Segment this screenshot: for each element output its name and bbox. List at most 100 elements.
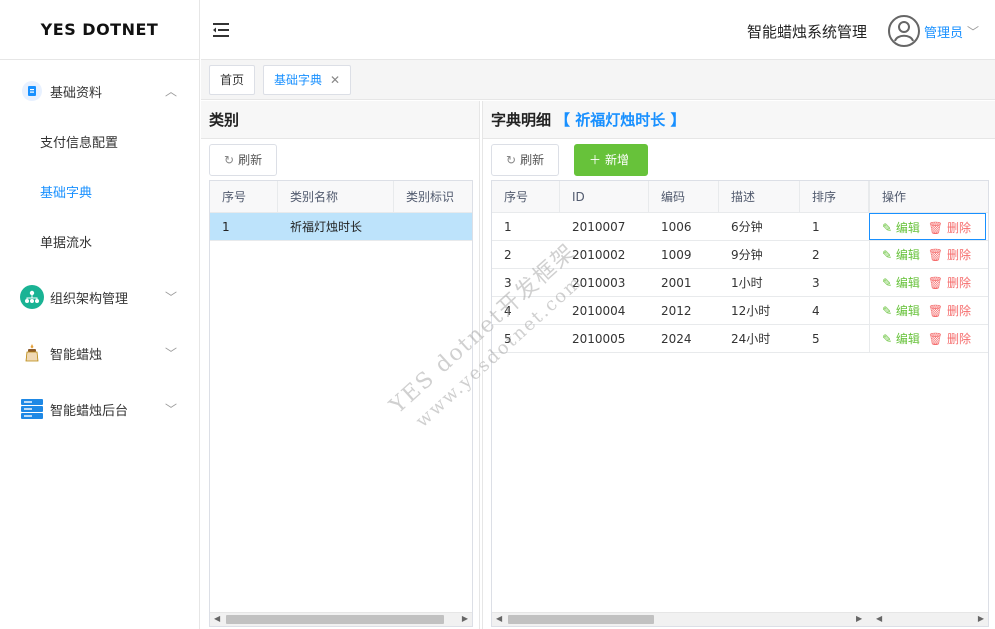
column-header[interactable]: 序号: [210, 181, 278, 212]
table-cell: [394, 213, 472, 240]
menu-group-smart-candle[interactable]: 智能蜡烛 ﹀: [0, 325, 199, 381]
edit-icon: ✎: [882, 276, 896, 290]
table-row[interactable]: 2 2010002 1009 9分钟 2 ✎ 编辑 🗑 删除: [492, 241, 988, 269]
button-label: 刷新: [238, 153, 263, 167]
horizontal-scrollbar[interactable]: ◀ ▶ ◀ ▶: [492, 612, 988, 626]
table-row[interactable]: 3 2010003 2001 1小时 3 ✎ 编辑 🗑 删除: [492, 269, 988, 297]
user-name: 管理员: [923, 25, 963, 41]
actions-cell: ✎ 编辑 🗑 删除: [869, 213, 986, 240]
column-header[interactable]: 类别标识: [394, 181, 472, 212]
table-cell: 1: [504, 220, 512, 234]
column-header[interactable]: 描述: [719, 181, 800, 212]
horizontal-scrollbar[interactable]: ◀ ▶: [210, 612, 472, 626]
scroll-left-icon[interactable]: ◀: [876, 614, 882, 623]
table-cell: 2010004: [572, 304, 626, 318]
table-row[interactable]: 1 祈福灯烛时长: [210, 213, 472, 241]
edit-label: 编辑: [895, 332, 920, 346]
trash-icon: 🗑: [927, 304, 947, 318]
table-cell: 1小时: [731, 276, 763, 290]
delete-button[interactable]: 🗑 删除: [928, 221, 971, 235]
table-cell: 2010005: [572, 332, 626, 346]
menu-group-basic-data[interactable]: 基础资料 ︿: [0, 63, 199, 119]
trash-icon: 🗑: [927, 248, 947, 262]
sidebar-item-payment-config[interactable]: 支付信息配置: [0, 119, 199, 169]
column-header[interactable]: 编码: [649, 181, 719, 212]
menu-group-smart-candle-admin[interactable]: 智能蜡烛后台 ﹀: [0, 381, 199, 437]
actions-cell: ✎ 编辑 🗑 删除: [869, 269, 986, 296]
table-cell: 2: [812, 248, 820, 262]
edit-label: 编辑: [895, 304, 920, 318]
trash-icon: 🗑: [927, 332, 947, 346]
edit-button[interactable]: ✎ 编辑: [882, 276, 920, 290]
delete-button[interactable]: 🗑 删除: [928, 276, 971, 290]
actions-cell: ✎ 编辑 🗑 删除: [869, 241, 986, 268]
detail-panel-header: 字典明细【 祈福灯烛时长 】: [483, 101, 995, 139]
edit-button[interactable]: ✎ 编辑: [882, 304, 920, 318]
detail-toolbar: ↻ 刷新 ＋新增: [483, 139, 995, 179]
menu-group-label: 智能蜡烛: [50, 347, 103, 363]
column-header[interactable]: 类别名称: [278, 181, 394, 212]
table-cell: 2001: [661, 276, 692, 290]
trash-icon: 🗑: [927, 221, 947, 235]
tab-home[interactable]: 首页: [209, 65, 256, 95]
tab-label: 基础字典: [274, 73, 323, 87]
scrollbar-thumb[interactable]: [508, 615, 654, 624]
menu-fold-icon[interactable]: [211, 20, 231, 40]
delete-button[interactable]: 🗑 删除: [928, 332, 971, 346]
scroll-left-icon[interactable]: ◀: [496, 614, 502, 623]
table-cell: 24小时: [731, 332, 771, 346]
dictionary-detail-table: 序号 ID 编码 描述 排序 操作 1 2010007 1006 6分钟 1 ✎ 编辑 🗑 …: [491, 180, 989, 627]
tab-basic-dictionary[interactable]: 基础字典 ✕: [263, 65, 352, 95]
app-logo: YES DOTNET: [0, 0, 199, 60]
edit-button[interactable]: ✎ 编辑: [882, 248, 920, 262]
edit-button[interactable]: ✎ 编辑: [882, 332, 920, 346]
column-header[interactable]: 序号: [492, 181, 560, 212]
table-row[interactable]: 4 2010004 2012 12小时 4 ✎ 编辑 🗑 删除: [492, 297, 988, 325]
menu-group-org-management[interactable]: 组织架构管理 ﹀: [0, 269, 199, 325]
sidebar-menu: 基础资料 ︿ 支付信息配置 基础字典 单据流水 组织架构管理 ﹀ 智能蜡烛 ﹀: [0, 60, 199, 437]
edit-label: 编辑: [895, 248, 920, 262]
table-cell: 1009: [661, 248, 692, 262]
table-header: 序号 类别名称 类别标识: [210, 181, 472, 213]
table-cell: 1006: [661, 220, 692, 234]
avatar-icon: [887, 15, 920, 47]
sidebar-item-document-flow[interactable]: 单据流水: [0, 219, 199, 269]
scroll-right-icon[interactable]: ▶: [856, 614, 862, 623]
server-icon: [20, 397, 44, 421]
table-cell: 2024: [661, 332, 692, 346]
column-header[interactable]: ID: [560, 181, 649, 212]
edit-icon: ✎: [882, 304, 896, 318]
sidebar-item-basic-dictionary[interactable]: 基础字典: [0, 169, 199, 219]
table-row[interactable]: 1 2010007 1006 6分钟 1 ✎ 编辑 🗑 删除: [492, 213, 988, 241]
document-icon: [20, 79, 44, 103]
category-refresh-button[interactable]: ↻ 刷新: [209, 144, 278, 176]
main-content: 类别 ↻ 刷新 序号 类别名称 类别标识 1 祈福灯烛时长 ◀ ▶ 字典明细 【…: [201, 101, 995, 629]
table-cell: 4: [504, 304, 512, 318]
table-cell: 2010002: [572, 248, 626, 262]
table-row[interactable]: 5 2010005 2024 24小时 5 ✎ 编辑 🗑 删除: [492, 325, 988, 353]
scrollbar-thumb[interactable]: [226, 615, 444, 624]
category-toolbar: ↻ 刷新: [201, 139, 479, 179]
chevron-down-icon: ﹀: [966, 24, 979, 39]
table-cell: 3: [504, 276, 512, 290]
refresh-icon: ↻: [224, 153, 235, 167]
dictionary-detail-panel: 字典明细【 祈福灯烛时长 】 ↻ 刷新 ＋新增 序号 ID 编码 描述 排序 操作: [482, 101, 995, 629]
scroll-right-icon[interactable]: ▶: [462, 614, 468, 623]
delete-button[interactable]: 🗑 删除: [928, 248, 971, 262]
chevron-down-icon: ﹀: [164, 346, 177, 361]
tab-label: 首页: [220, 73, 245, 87]
detail-refresh-button[interactable]: ↻ 刷新: [491, 144, 560, 176]
edit-button[interactable]: ✎ 编辑: [882, 221, 920, 235]
org-chart-icon: [20, 285, 44, 309]
scroll-left-icon[interactable]: ◀: [214, 614, 220, 623]
button-label: 刷新: [520, 153, 545, 167]
add-button[interactable]: ＋新增: [574, 144, 648, 176]
column-header[interactable]: 排序: [800, 181, 869, 212]
column-header: 操作: [869, 181, 986, 212]
user-menu[interactable]: 管理员 ﹀: [887, 15, 979, 47]
button-label: 新增: [605, 153, 630, 167]
scroll-right-icon[interactable]: ▶: [978, 614, 984, 623]
table-cell: 5: [812, 332, 820, 346]
delete-button[interactable]: 🗑 删除: [928, 304, 971, 318]
close-icon[interactable]: ✕: [330, 73, 340, 87]
